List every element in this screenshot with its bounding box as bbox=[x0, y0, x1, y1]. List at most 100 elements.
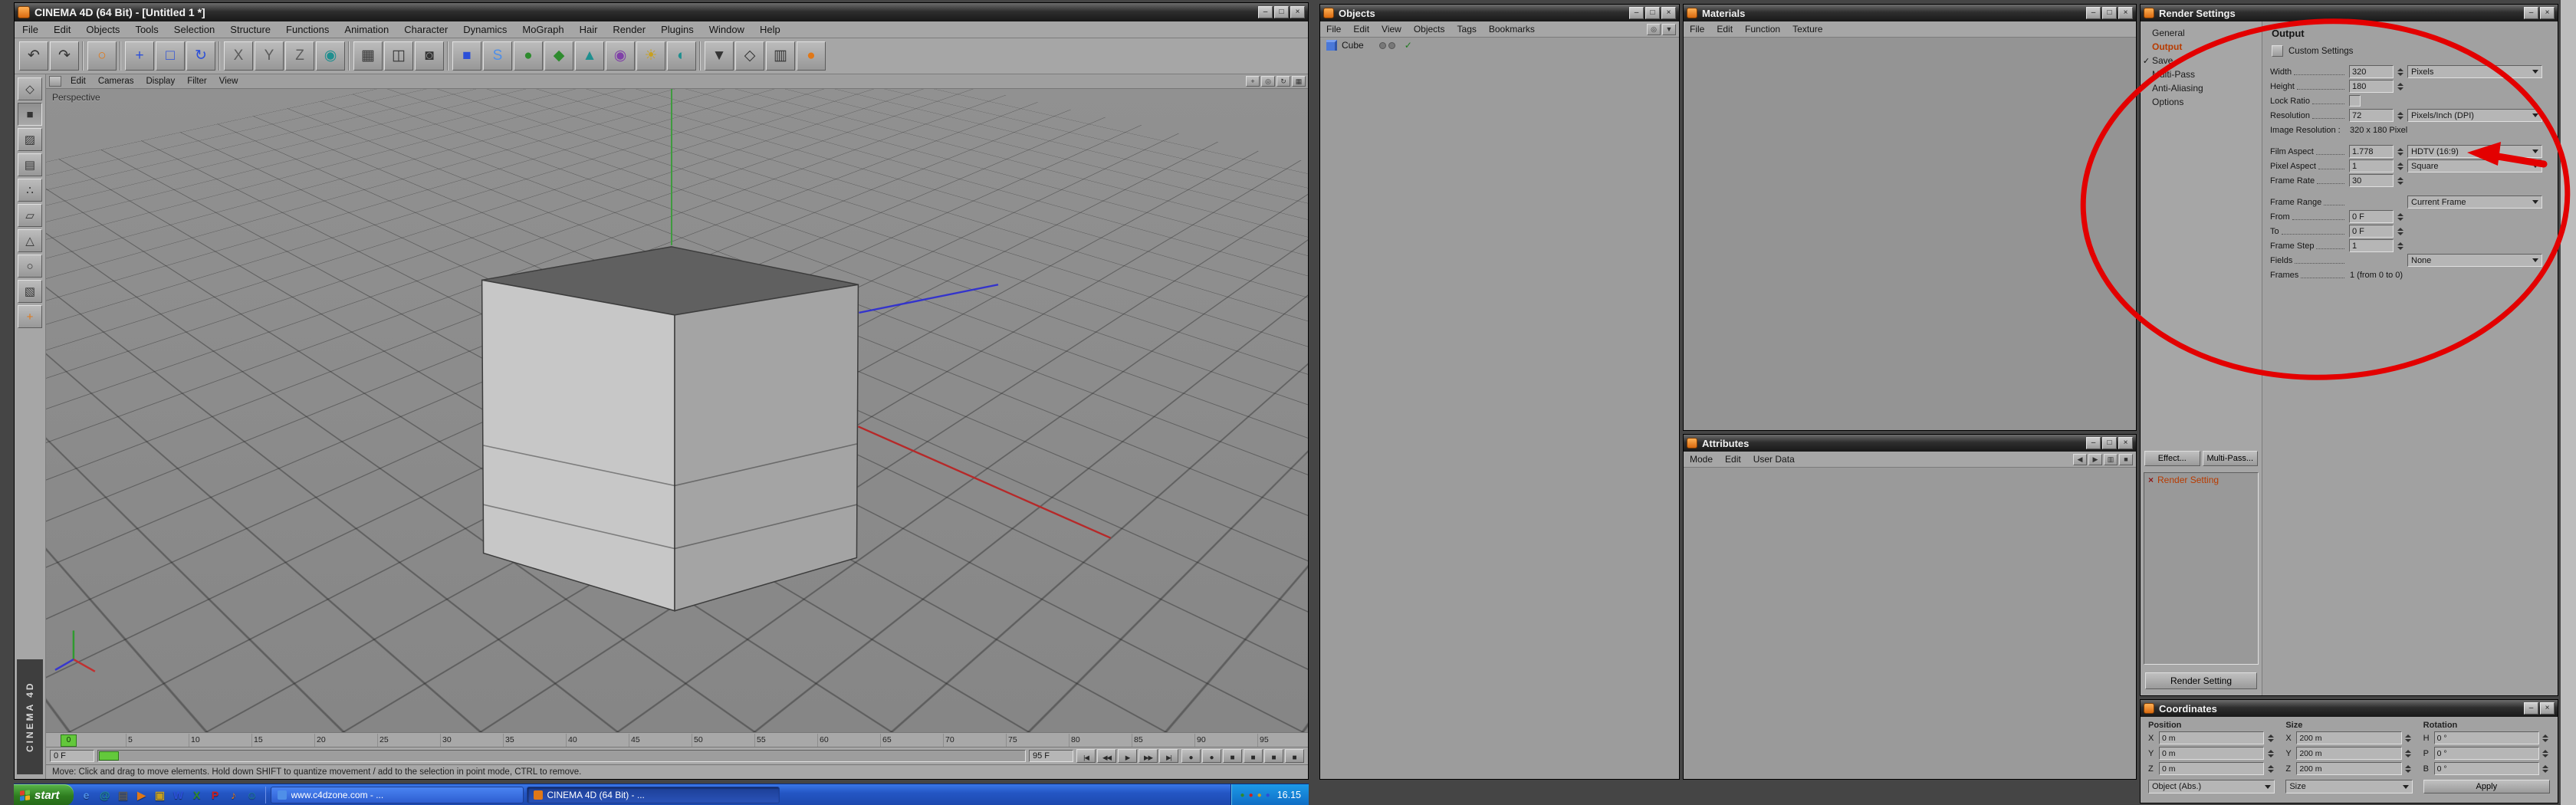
current-frame-marker[interactable]: 0 bbox=[61, 734, 77, 747]
render-settings-tree-item[interactable]: General bbox=[2141, 26, 2262, 40]
setting-input[interactable]: 30 bbox=[2349, 174, 2394, 187]
viewport-menu-item[interactable]: Display bbox=[140, 77, 181, 86]
add-nurbs-icon[interactable]: ● bbox=[514, 41, 543, 71]
viewport-menu-item[interactable]: View bbox=[213, 77, 245, 86]
camera-rotate-icon[interactable]: ↻ bbox=[1276, 76, 1290, 87]
excel-icon[interactable]: X bbox=[189, 787, 205, 803]
setting-dropdown[interactable]: Current Frame bbox=[2407, 196, 2542, 209]
menu-item[interactable]: Character bbox=[396, 24, 455, 35]
show-desktop-icon[interactable]: ▤ bbox=[115, 787, 132, 803]
menu-item[interactable]: Bookmarks bbox=[1483, 24, 1541, 34]
menu-item[interactable]: Texture bbox=[1786, 24, 1829, 34]
add-spline-icon[interactable]: S bbox=[483, 41, 512, 71]
antivirus-icon[interactable]: ● bbox=[1240, 791, 1245, 800]
close-button[interactable]: × bbox=[1661, 7, 1676, 19]
camera-zoom-icon[interactable]: ◎ bbox=[1261, 76, 1275, 87]
spinner[interactable] bbox=[2396, 211, 2404, 222]
materials-area[interactable] bbox=[1684, 38, 2136, 430]
maximize-button[interactable]: □ bbox=[2102, 437, 2117, 449]
history-back-icon[interactable]: ◀ bbox=[2073, 453, 2087, 465]
minimize-button[interactable]: – bbox=[2086, 7, 2101, 19]
lock-z-icon[interactable]: Z bbox=[285, 41, 314, 71]
size-x-field[interactable]: 200 m bbox=[2296, 731, 2402, 744]
multipass-button[interactable]: Multi-Pass... bbox=[2202, 451, 2258, 466]
internet-explorer-icon[interactable]: e bbox=[78, 787, 95, 803]
menu-item[interactable]: Tools bbox=[127, 24, 166, 35]
cube-front-face[interactable] bbox=[481, 279, 675, 612]
setting-dropdown[interactable]: Pixels/Inch (DPI) bbox=[2407, 109, 2542, 122]
menu-item[interactable]: File bbox=[1320, 24, 1347, 34]
setting-checkbox[interactable] bbox=[2349, 95, 2361, 107]
add-light-icon[interactable]: ☀ bbox=[636, 41, 665, 71]
apply-button[interactable]: Apply bbox=[2423, 780, 2550, 794]
undo-icon[interactable]: ↶ bbox=[19, 41, 48, 71]
model-mode-icon[interactable]: ■ bbox=[18, 103, 42, 126]
toggle-view-icon[interactable]: ▦ bbox=[1292, 76, 1306, 87]
cube-right-face[interactable] bbox=[674, 284, 859, 612]
object-item-cube[interactable]: Cube ✓ bbox=[1320, 38, 1679, 53]
spinner[interactable] bbox=[2404, 732, 2413, 744]
close-button[interactable]: × bbox=[2540, 7, 2555, 19]
polygons-mode-icon[interactable]: △ bbox=[18, 229, 42, 252]
viewport-menu-item[interactable]: Filter bbox=[181, 77, 213, 86]
menu-item[interactable]: Dynamics bbox=[455, 24, 514, 35]
render-setting-preset[interactable]: × Render Setting bbox=[2144, 473, 2258, 487]
menu-item[interactable]: Window bbox=[702, 24, 752, 35]
object-enabled-icon[interactable]: ✓ bbox=[1405, 40, 1412, 51]
points-mode-icon[interactable]: ∴ bbox=[18, 179, 42, 202]
record-parameter-icon[interactable]: ■ bbox=[1285, 749, 1304, 763]
perspective-viewport[interactable]: Perspective bbox=[46, 89, 1308, 732]
setting-input[interactable]: 1.778 bbox=[2349, 145, 2394, 158]
menu-item[interactable]: View bbox=[1375, 24, 1408, 34]
position-y-field[interactable]: 0 m bbox=[2159, 747, 2265, 760]
position-z-field[interactable]: 0 m bbox=[2159, 762, 2265, 775]
winamp-icon[interactable]: ♪ bbox=[225, 787, 242, 803]
x-axis-line[interactable] bbox=[857, 426, 1112, 539]
outlook-express-icon[interactable]: @ bbox=[97, 787, 113, 803]
convert-editable-icon[interactable]: ◇ bbox=[18, 77, 42, 100]
next-key-button[interactable]: ▶▶ bbox=[1138, 749, 1158, 763]
object-axis-icon[interactable]: + bbox=[18, 305, 42, 328]
menu-item[interactable]: Render bbox=[605, 24, 653, 35]
minimize-button[interactable]: – bbox=[2524, 702, 2538, 715]
close-button[interactable]: × bbox=[1290, 6, 1305, 18]
search-icon[interactable]: ◎ bbox=[1647, 23, 1661, 35]
coordinate-system-dropdown[interactable]: Object (Abs.) bbox=[2148, 780, 2275, 794]
menu-item[interactable]: Function bbox=[1739, 24, 1786, 34]
add-cube-icon[interactable]: ■ bbox=[452, 41, 481, 71]
move-icon[interactable]: + bbox=[125, 41, 154, 71]
add-modeling-icon[interactable]: ◆ bbox=[544, 41, 573, 71]
setting-dropdown[interactable]: HDTV (16:9) bbox=[2407, 145, 2542, 158]
menu-item[interactable]: Objects bbox=[78, 24, 127, 35]
menu-item[interactable]: Mode bbox=[1684, 454, 1719, 465]
maximize-button[interactable]: □ bbox=[2102, 7, 2117, 19]
main-titlebar[interactable]: CINEMA 4D (64 Bit) - [Untitled 1 *] – □ × bbox=[15, 3, 1308, 21]
maximize-button[interactable]: □ bbox=[1274, 6, 1289, 18]
attributes-area[interactable] bbox=[1684, 468, 2136, 779]
network-icon[interactable]: ● bbox=[1266, 791, 1270, 800]
spinner[interactable] bbox=[2542, 748, 2550, 759]
minimize-button[interactable]: – bbox=[2086, 437, 2101, 449]
setting-input[interactable]: 1 bbox=[2349, 159, 2394, 172]
render-view-icon[interactable]: ▦ bbox=[353, 41, 383, 71]
menu-item[interactable]: Edit bbox=[1719, 454, 1747, 465]
camera-pan-icon[interactable]: + bbox=[1246, 76, 1260, 87]
snap-settings-icon[interactable]: ◇ bbox=[735, 41, 764, 71]
timeline-ruler[interactable]: 05101520253035404550556065707580859095 0 bbox=[46, 732, 1308, 747]
menu-item[interactable]: Help bbox=[752, 24, 788, 35]
coordinate-system-icon[interactable]: ◉ bbox=[316, 41, 345, 71]
viewport-label[interactable]: Perspective bbox=[52, 92, 100, 103]
live-selection-icon[interactable]: ○ bbox=[87, 41, 117, 71]
viewport-menu-icon[interactable] bbox=[49, 76, 61, 87]
minimize-button[interactable]: – bbox=[1258, 6, 1273, 18]
spinner[interactable] bbox=[2396, 110, 2404, 121]
spinner[interactable] bbox=[2404, 763, 2413, 774]
setting-input[interactable]: 180 bbox=[2349, 80, 2394, 93]
start-button[interactable]: start bbox=[14, 784, 74, 805]
render-settings-tree-item[interactable]: ✓ Save bbox=[2141, 54, 2262, 67]
render-preset-list[interactable]: × Render Setting bbox=[2144, 472, 2259, 665]
viewport-menu-item[interactable]: Cameras bbox=[92, 77, 140, 86]
paint-icon[interactable]: P bbox=[207, 787, 224, 803]
copy-icon[interactable]: ▥ bbox=[2104, 453, 2118, 465]
rotate-icon[interactable]: ↻ bbox=[186, 41, 215, 71]
